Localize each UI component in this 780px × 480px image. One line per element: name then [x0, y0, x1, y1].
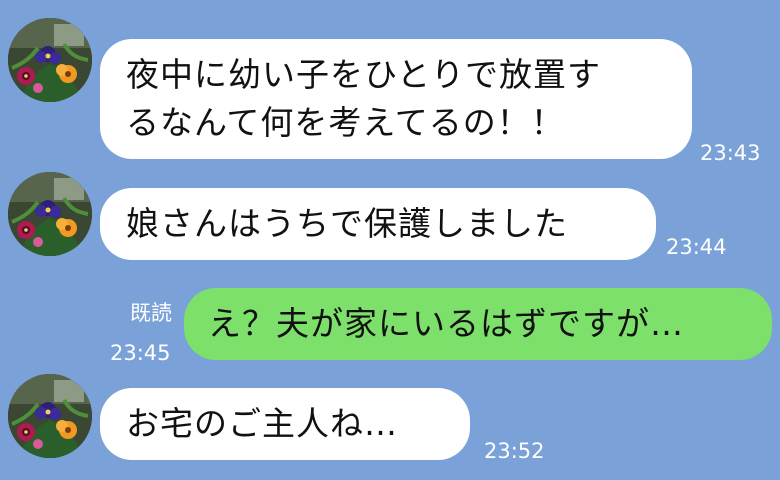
message-timestamp: 23:52 [484, 439, 545, 463]
message-timestamp: 23:45 [110, 341, 171, 365]
sender-avatar[interactable] [8, 18, 92, 102]
chat-view: 夜中に幼い子をひとりで放置す るなんて何を考えてるの！！ 23:43 娘さんはう… [0, 0, 780, 480]
sender-avatar[interactable] [8, 374, 92, 458]
message-line: え？夫が家にいるはずですが… [208, 304, 684, 343]
flower-photo-avatar-icon [8, 172, 92, 256]
message-timestamp: 23:43 [700, 141, 761, 165]
message-row-4: お宅のご主人ね… 23:52 [0, 370, 780, 480]
message-line: るなんて何を考えてるの！！ [126, 103, 565, 142]
message-bubble-incoming[interactable]: 夜中に幼い子をひとりで放置す るなんて何を考えてるの！！ [100, 39, 692, 159]
read-receipt: 既読 [130, 301, 172, 325]
message-row-2: 娘さんはうちで保護しました 23:44 [0, 170, 780, 270]
sender-avatar[interactable] [8, 172, 92, 256]
message-row-3: 既読 23:45 え？夫が家にいるはずですが… [0, 280, 780, 370]
flower-photo-avatar-icon [8, 18, 92, 102]
message-bubble-outgoing[interactable]: え？夫が家にいるはずですが… [184, 288, 772, 360]
message-timestamp: 23:44 [666, 235, 727, 259]
message-line: 娘さんはうちで保護しました [126, 204, 568, 243]
message-bubble-incoming[interactable]: 娘さんはうちで保護しました [100, 188, 656, 260]
message-bubble-incoming[interactable]: お宅のご主人ね… [100, 388, 470, 460]
flower-photo-avatar-icon [8, 374, 92, 458]
message-line: お宅のご主人ね… [126, 404, 398, 443]
message-line: 夜中に幼い子をひとりで放置す [126, 55, 602, 94]
message-row-1: 夜中に幼い子をひとりで放置す るなんて何を考えてるの！！ 23:43 [0, 0, 780, 170]
